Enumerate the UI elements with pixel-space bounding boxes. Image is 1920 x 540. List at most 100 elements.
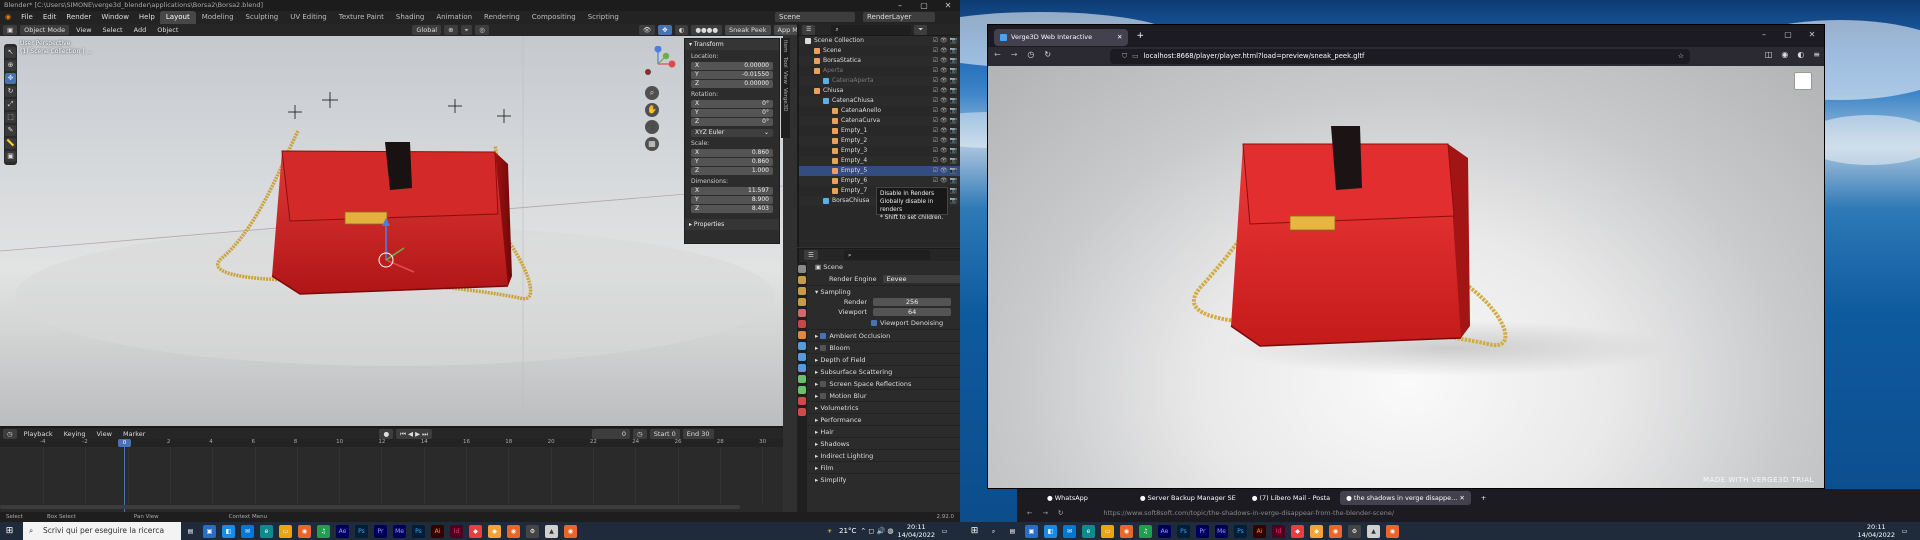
data-tab-icon[interactable] <box>798 386 806 394</box>
annotate-tool-icon[interactable]: ✎ <box>5 125 16 136</box>
browser-minimize-button[interactable]: – <box>1752 29 1776 40</box>
task-view-icon-2[interactable]: ▤ <box>1006 525 1019 538</box>
snap-icon[interactable]: ⌖ <box>460 25 473 35</box>
browser-tab-active[interactable]: Verge3D Web Interactive ✕ <box>994 29 1129 46</box>
app-menu-icon[interactable]: ≡ <box>1813 50 1820 59</box>
properties-section-header[interactable]: ▸ Indirect Lighting <box>799 449 960 461</box>
history-icon[interactable]: ◷ <box>1027 50 1034 59</box>
premiere-icon-2[interactable]: Pr <box>1196 524 1209 538</box>
timeline-view-menu[interactable]: View <box>93 429 116 439</box>
workspace-tab-layout[interactable]: Layout <box>159 11 196 24</box>
workspace-tab-shading[interactable]: Shading <box>390 11 430 24</box>
rotation-x-field[interactable]: X 0° <box>691 100 773 108</box>
object-tab-icon[interactable] <box>798 331 806 339</box>
start-windows-icon-2[interactable]: ⊞ <box>968 525 981 538</box>
sidebar-tab-item[interactable]: Item <box>781 38 789 55</box>
workspace-tab-modeling[interactable]: Modeling <box>196 11 240 24</box>
perspective-grid-icon[interactable]: ▦ <box>645 137 659 151</box>
fullscreen-button[interactable] <box>1794 72 1812 90</box>
premiere-icon[interactable]: Pr <box>374 524 387 538</box>
rotation-mode-dropdown[interactable]: XYZ Euler ⌄ <box>691 129 773 137</box>
properties-section-header[interactable]: ▸ Screen Space Reflections <box>799 377 960 389</box>
render-tab-icon[interactable] <box>798 276 806 284</box>
pocket-icon[interactable]: ◫ <box>1765 50 1773 59</box>
search-icon-2[interactable]: ⌕ <box>987 525 1000 538</box>
tab-verge-forum[interactable]: ● the shadows in verge disappe... ✕ <box>1340 491 1471 505</box>
mail-icon[interactable]: ✉ <box>241 524 254 538</box>
filter-icon[interactable]: ⏷ <box>914 24 928 35</box>
new-tab-icon[interactable]: + <box>1136 31 1144 41</box>
blender-taskbar-icon-3[interactable]: ◉ <box>1329 524 1342 538</box>
zoom-icon[interactable]: ⌕ <box>645 86 659 100</box>
properties-section-header[interactable]: ▸ Motion Blur <box>799 389 960 401</box>
select-tool-icon[interactable]: ↖ <box>5 47 16 58</box>
properties-panel-header[interactable]: ▸ Properties <box>685 219 779 230</box>
visibility-toggle-icon[interactable]: ☑ 👁 📷 <box>933 156 957 166</box>
menu-render[interactable]: Render <box>61 11 96 24</box>
scene-selector[interactable]: Scene <box>772 12 855 22</box>
sidebar-tab-verge3d[interactable]: Verge3D <box>781 86 789 114</box>
reload-icon[interactable]: ↻ <box>1044 50 1051 59</box>
visibility-toggle-icon[interactable]: ☑ 👁 📷 <box>933 166 957 176</box>
material-tab-icon[interactable] <box>798 397 806 405</box>
preview-range-icon[interactable]: ◷ <box>633 428 647 439</box>
blender-taskbar-icon[interactable]: ◉ <box>507 524 520 538</box>
texture-tab-icon[interactable] <box>798 408 806 416</box>
forward-arrow-icon[interactable]: → <box>1011 50 1018 59</box>
visibility-icon[interactable]: 👁 <box>638 25 656 35</box>
workspace-tab-scripting[interactable]: Scripting <box>582 11 625 24</box>
visibility-toggle-icon[interactable]: ☑ 👁 📷 <box>933 76 957 86</box>
blender-taskbar-icon-4[interactable]: ◉ <box>1386 524 1399 538</box>
outliner-row[interactable]: CatenaAperta ☑ 👁 📷 <box>799 76 960 86</box>
camera-view-icon[interactable]: 🎥 <box>645 120 659 134</box>
sneak-peek-button[interactable]: Sneak Peek <box>725 25 771 35</box>
tool-tab-icon[interactable] <box>798 265 806 273</box>
properties-section-header[interactable]: ▸ Depth of Field <box>799 353 960 365</box>
app-icon-2[interactable]: ◆ <box>488 524 501 538</box>
menu-file[interactable]: File <box>16 11 38 24</box>
transform-tool-icon[interactable]: ⬚ <box>5 112 16 123</box>
tab-close-icon[interactable]: ✕ <box>1117 29 1122 46</box>
background-url-text[interactable]: https://www.soft8soft.com/topic/the-shad… <box>1103 509 1394 517</box>
menu-edit[interactable]: Edit <box>38 11 62 24</box>
outliner-row[interactable]: Aperta ☑ 👁 📷 <box>799 66 960 76</box>
properties-section-header[interactable]: ▸ Performance <box>799 413 960 425</box>
app-icon-8[interactable]: ▲ <box>1367 524 1380 538</box>
shield-icon[interactable]: ⛉ <box>1122 52 1127 60</box>
edge-icon-2[interactable]: e <box>1082 524 1095 538</box>
properties-editor-icon[interactable]: ☰ <box>804 250 818 260</box>
task-view-icon[interactable]: ▤ <box>184 525 197 538</box>
rotation-y-field[interactable]: Y 0° <box>691 109 773 117</box>
outliner-row[interactable]: CatenaAnello ☑ 👁 📷 <box>799 106 960 116</box>
properties-section-header[interactable]: ▸ Hair <box>799 425 960 437</box>
browser-close-button[interactable]: ✕ <box>1800 29 1824 40</box>
app-icon-5[interactable]: ◆ <box>1291 524 1304 538</box>
outliner-row[interactable]: CatenaChiusa ☑ 👁 📷 <box>799 96 960 106</box>
back-arrow-icon[interactable]: ← <box>994 50 1001 59</box>
illustrator-icon-2[interactable]: Ai <box>1253 524 1266 538</box>
view-menu[interactable]: View <box>72 25 95 35</box>
clock[interactable]: 20:11 14/04/2022 <box>898 523 935 539</box>
back-arrow-icon-2[interactable]: ← <box>1027 509 1032 517</box>
outliner-row[interactable]: BorsaStatica ☑ 👁 📷 <box>799 56 960 66</box>
visibility-toggle-icon[interactable]: ☑ 👁 📷 <box>933 176 957 186</box>
playback-controls-icon[interactable]: ⏮ ◀ ▶ ⏭ <box>396 428 433 439</box>
verge3d-player-canvas[interactable]: MADE WITH VERGE3D TRIAL <box>988 66 1824 488</box>
indesign-icon[interactable]: Id <box>450 524 463 538</box>
photoshop-icon-3[interactable]: Ps <box>1177 524 1190 538</box>
outliner-row[interactable]: Empty_4 ☑ 👁 📷 <box>799 156 960 166</box>
transform-panel-header[interactable]: ▾ Transform <box>685 39 779 50</box>
app-icon-7[interactable]: ⚙ <box>1348 524 1361 538</box>
visibility-toggle-icon[interactable]: ☑ 👁 📷 <box>933 96 957 106</box>
maximize-button[interactable]: ▢ <box>912 0 936 11</box>
scale-z-field[interactable]: Z 1.000 <box>691 167 773 175</box>
visibility-toggle-icon[interactable]: ☑ 👁 📷 <box>933 106 957 116</box>
cursor-tool-icon[interactable]: ⊕ <box>5 60 16 71</box>
dimensions-x-field[interactable]: X 11.597 <box>691 187 773 195</box>
dimensions-y-field[interactable]: Y 8.900 <box>691 196 773 204</box>
visibility-toggle-icon[interactable]: ☑ 👁 📷 <box>933 86 957 96</box>
url-bar[interactable]: ⛉ ▭ localhost:8668/player/player.html?load… <box>1110 49 1690 64</box>
visibility-toggle-icon[interactable]: ☑ 👁 📷 <box>933 136 957 146</box>
timeline-editor-icon[interactable]: ◷ <box>3 428 17 439</box>
app-icon-1[interactable]: ◆ <box>469 524 482 538</box>
